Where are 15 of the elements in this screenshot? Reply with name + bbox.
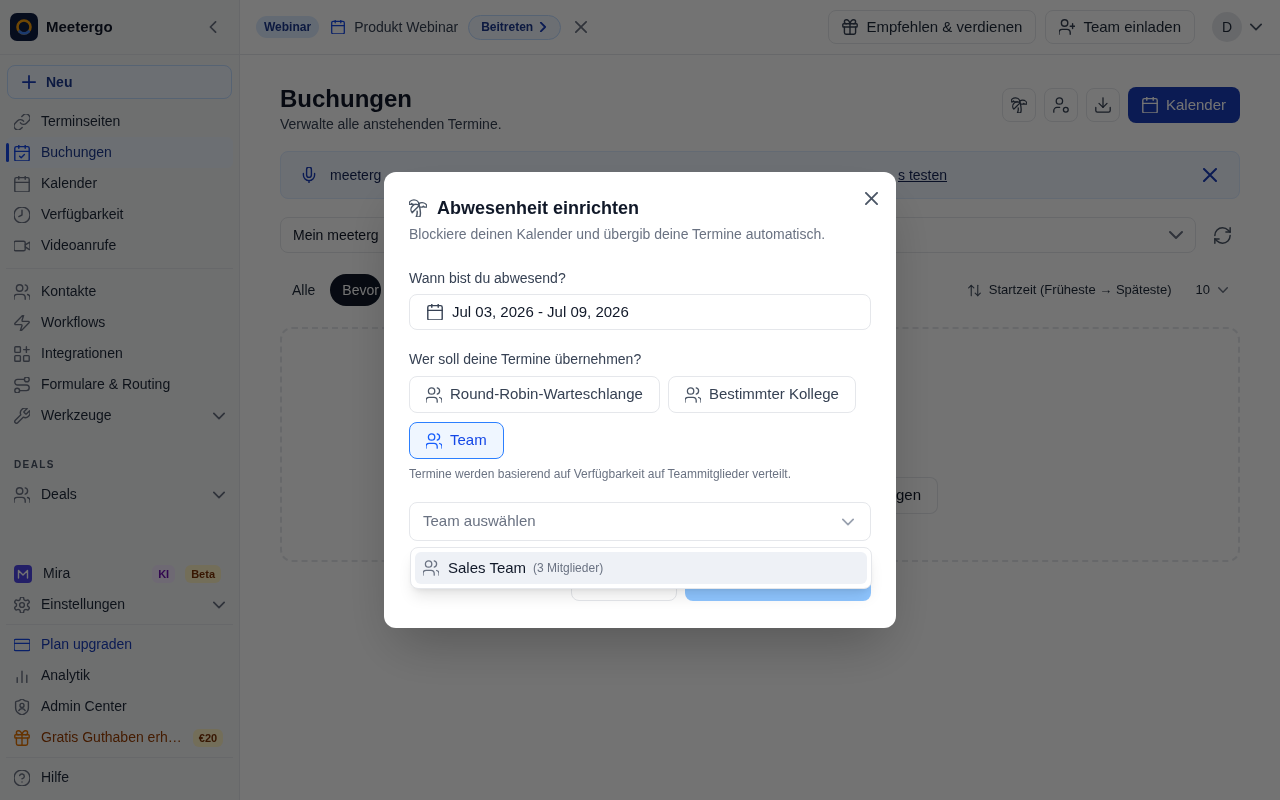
- amount-badge: €20: [192, 728, 224, 747]
- helper-text: Termine werden basierend auf Verfügbarkeit auf Teammitglieder verteilt.: [409, 466, 791, 482]
- dialog-subtitle: Blockiere deinen Kalender und übergib deine Termine automatisch.: [409, 225, 826, 244]
- section-heading: DEALS: [14, 459, 55, 470]
- beta-badge: Beta: [185, 564, 221, 583]
- page-subtitle: Verwalte alle anstehenden Termine.: [280, 115, 502, 134]
- banner-text: meeterg: [330, 167, 382, 183]
- event-tag: Webinar: [256, 16, 320, 38]
- ai-badge: KI: [152, 564, 176, 583]
- field-label: Wer soll deine Termine übernehmen?: [409, 350, 642, 369]
- event-title: Produkt Webinar: [354, 17, 459, 37]
- brand-name: Meetergo: [46, 16, 113, 37]
- field-label: Wann bist du abwesend?: [409, 269, 566, 288]
- page-title: Buchungen: [280, 84, 412, 114]
- dialog-title: Abwesenheit einrichten: [437, 197, 640, 220]
